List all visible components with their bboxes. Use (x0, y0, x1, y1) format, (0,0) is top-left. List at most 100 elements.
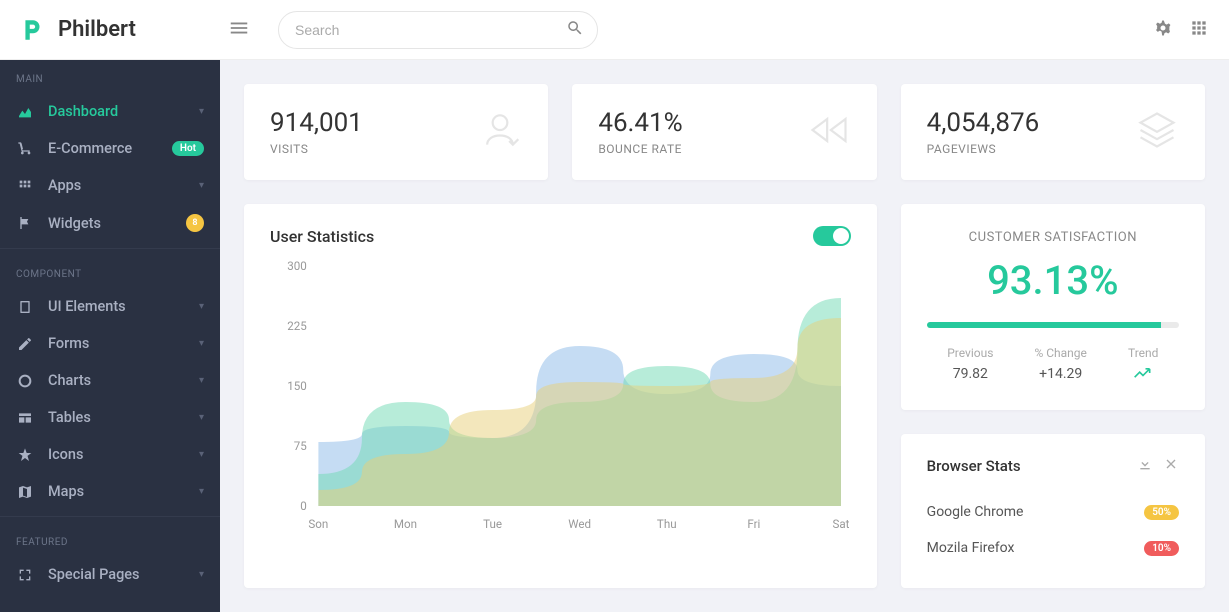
badge: 8 (186, 214, 204, 232)
chart-body: 0 75 150 225 300 Son Mon Tue Wed Thu Fri Sat (270, 256, 851, 536)
nav-section-title: FEATURED (0, 523, 220, 556)
svg-text:150: 150 (287, 379, 307, 393)
nav-section-title: MAIN (0, 60, 220, 93)
browser-row: Google Chrome 50% (927, 494, 1179, 530)
sidebar-item-special-pages[interactable]: Special Pages ▾ (0, 556, 220, 593)
sidebar-item-label: Widgets (48, 215, 172, 232)
nav-section-title: COMPONENT (0, 255, 220, 288)
sidebar-item-icons[interactable]: Icons▾ (0, 436, 220, 473)
chart-toggle[interactable] (813, 226, 851, 246)
browser-pct: 50% (1144, 505, 1179, 520)
chevron-down-icon: ▾ (199, 375, 204, 386)
header-actions (1153, 18, 1209, 42)
stat-label: VISITS (270, 142, 478, 156)
sidebar-item-label: Dashboard (48, 103, 185, 120)
satisfaction-stat: Previous 79.82 (947, 346, 993, 384)
satisfaction-value: 93.13% (927, 257, 1179, 304)
satisfaction-stat: Trend (1128, 346, 1158, 384)
stat-val: 79.82 (947, 366, 993, 382)
flag-icon (16, 215, 34, 231)
satisfaction-card: CUSTOMER SATISFACTION 93.13% Previous 79.… (901, 204, 1205, 410)
search-input[interactable] (278, 11, 598, 49)
satisfaction-title: CUSTOMER SATISFACTION (927, 230, 1179, 245)
svg-text:Wed: Wed (568, 517, 591, 531)
map-icon (16, 484, 34, 500)
chevron-down-icon: ▾ (199, 180, 204, 191)
area-chart-icon (16, 104, 34, 120)
sidebar-item-charts[interactable]: Charts ▾ (0, 362, 220, 399)
sidebar-item-label: Icons (48, 446, 185, 463)
ring-icon (16, 373, 34, 389)
satisfaction-stat: % Change +14.29 (1034, 346, 1086, 384)
gear-icon[interactable] (1153, 18, 1173, 42)
browser-row: Mozila Firefox 10% (927, 530, 1179, 566)
stat-card-bounce-rate: 46.41% BOUNCE RATE (572, 84, 876, 180)
menu-toggle[interactable] (220, 9, 258, 51)
svg-text:Son: Son (308, 517, 328, 531)
sidebar-item-label: Maps (48, 483, 185, 500)
sidebar-item-tables[interactable]: Tables ▾ (0, 399, 220, 436)
main-content: 914,001 VISITS 46.41% BOUNCE RATE 4,054,876 P… (220, 60, 1229, 612)
chevron-down-icon: ▾ (199, 301, 204, 312)
stat-label: BOUNCE RATE (598, 142, 806, 156)
chevron-down-icon: ▾ (199, 412, 204, 423)
stat-key: % Change (1034, 346, 1086, 360)
cart-icon (16, 141, 34, 157)
sidebar-item-ui-elements[interactable]: UI Elements ▾ (0, 288, 220, 325)
browser-title: Browser Stats (927, 457, 1137, 475)
sidebar-item-label: UI Elements (48, 298, 185, 315)
sidebar-item-maps[interactable]: Maps▾ (0, 473, 220, 510)
svg-text:Sat: Sat (832, 517, 849, 531)
user-statistics-card: User Statistics 0 75 150 225 300 Son Mon Tue Wed… (244, 204, 877, 588)
sidebar-item-e-commerce[interactable]: E-Commerce Hot (0, 130, 220, 167)
logo[interactable]: Philbert (20, 16, 220, 44)
browser-pct: 10% (1144, 541, 1179, 556)
stat-label: PAGEVIEWS (927, 142, 1135, 156)
browser-stats-card: Browser Stats Google Chrome 50% Mozila Fir… (901, 434, 1205, 588)
sidebar-item-widgets[interactable]: Widgets 8 (0, 204, 220, 242)
svg-text:0: 0 (300, 499, 307, 513)
close-icon[interactable] (1163, 456, 1179, 476)
chevron-down-icon: ▾ (199, 106, 204, 117)
table-icon (16, 410, 34, 426)
sidebar-item-label: Charts (48, 372, 185, 389)
browser-name: Google Chrome (927, 504, 1024, 520)
stat-value: 4,054,876 (927, 108, 1135, 138)
browser-name: Mozila Firefox (927, 540, 1015, 556)
download-icon[interactable] (1137, 456, 1153, 476)
logo-icon (20, 16, 48, 44)
chevron-down-icon: ▾ (199, 569, 204, 580)
svg-text:225: 225 (287, 319, 307, 333)
svg-text:Mon: Mon (394, 517, 417, 531)
stat-val (1128, 366, 1158, 384)
sidebar-item-forms[interactable]: Forms▾ (0, 325, 220, 362)
svg-text:75: 75 (294, 439, 307, 453)
stat-value: 914,001 (270, 108, 478, 138)
svg-text:Fri: Fri (747, 517, 760, 531)
user-icon (478, 108, 522, 156)
sidebar-item-dashboard[interactable]: Dashboard ▾ (0, 93, 220, 130)
badge: Hot (172, 141, 204, 156)
chevron-down-icon: ▾ (199, 338, 204, 349)
sidebar-item-label: E-Commerce (48, 140, 158, 157)
sidebar: MAIN Dashboard ▾ E-Commerce Hot Apps ▾ Widgets 8… (0, 60, 220, 612)
sidebar-item-label: Tables (48, 409, 185, 426)
stat-key: Previous (947, 346, 993, 360)
sidebar-item-label: Special Pages (48, 566, 185, 583)
pencil-icon (16, 336, 34, 352)
apps-icon[interactable] (1189, 18, 1209, 42)
svg-text:Thu: Thu (657, 517, 677, 531)
svg-text:Tue: Tue (483, 517, 502, 531)
expand-icon (16, 567, 34, 583)
brand-name: Philbert (58, 17, 136, 42)
sidebar-item-apps[interactable]: Apps ▾ (0, 167, 220, 204)
rewind-icon (807, 108, 851, 156)
stat-val: +14.29 (1034, 366, 1086, 382)
tablet-icon (16, 299, 34, 315)
stat-card-visits: 914,001 VISITS (244, 84, 548, 180)
star-icon (16, 447, 34, 463)
chart-title: User Statistics (270, 227, 374, 246)
svg-text:300: 300 (287, 259, 307, 273)
sidebar-item-label: Apps (48, 177, 185, 194)
stat-value: 46.41% (598, 108, 806, 138)
